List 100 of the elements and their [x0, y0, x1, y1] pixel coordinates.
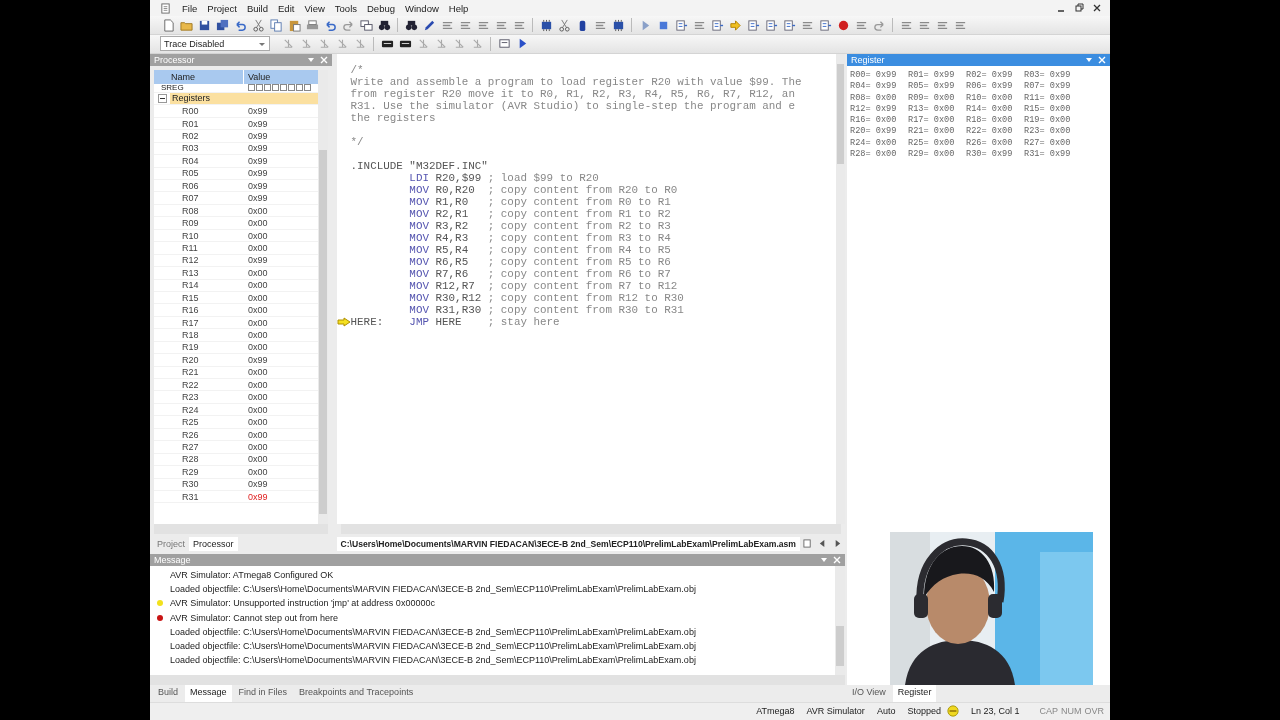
register-name: R25: [181, 417, 200, 428]
message-text: AVR Simulator: ATmega8 Configured OK: [170, 570, 334, 581]
register-name: R19: [181, 342, 200, 353]
printer-icon[interactable]: [305, 18, 319, 32]
scrollbar[interactable]: [836, 53, 845, 524]
clipboard-icon[interactable]: [287, 18, 301, 32]
register-name: R20: [181, 354, 200, 365]
scrollbar[interactable]: [154, 523, 328, 534]
scissors-icon[interactable]: [251, 18, 265, 32]
chip-icon[interactable]: [611, 18, 625, 32]
code-comment: ; copy content from R4 to R5: [487, 243, 671, 256]
code-comment: from register R20 move it to R0, R1, R2, R3, R4, R5, R6, R7, R12, an: [350, 87, 795, 100]
step-icon[interactable]: [746, 18, 760, 32]
panel-tab[interactable]: Build: [153, 684, 183, 702]
menu-item[interactable]: View: [299, 2, 330, 14]
file-tab-icon[interactable]: [803, 539, 812, 549]
menu-item[interactable]: Edit: [273, 2, 300, 14]
panel-tab[interactable]: Breakpoints and Tracepoints: [294, 684, 419, 702]
flag-checkbox[interactable]: [288, 84, 295, 92]
register-name: R21: [181, 367, 200, 378]
tree-item[interactable]: SREG: [154, 83, 244, 93]
code-mnemonic: MOV: [409, 255, 429, 268]
column-header[interactable]: Value: [244, 71, 271, 82]
step-icon[interactable]: [497, 37, 511, 51]
trace-dropdown[interactable]: Trace Disabled: [160, 36, 270, 52]
panel-tab[interactable]: Project: [153, 536, 189, 551]
register-entry: R31= 0x99: [1024, 149, 1072, 161]
register-entry: R02= 0x99: [966, 69, 1014, 82]
scrollbar[interactable]: [835, 565, 845, 675]
disks-icon[interactable]: [215, 18, 229, 32]
app-icon[interactable]: [160, 2, 171, 14]
scissors-icon[interactable]: [557, 18, 571, 32]
code-comment: ; copy content from R0 to R1: [487, 195, 671, 208]
dropdown-icon[interactable]: [820, 555, 828, 564]
current-line-arrow-icon: [336, 316, 351, 327]
binoculars-icon[interactable]: [404, 18, 418, 32]
tree-group-row[interactable]: Registers: [154, 92, 318, 106]
message-text: AVR Simulator: Unsupported instruction 'jmp' at address 0x00000c: [170, 598, 435, 609]
copy-icon[interactable]: [269, 18, 283, 32]
code-mnemonic: JMP: [409, 315, 429, 328]
menu-item[interactable]: File: [177, 2, 203, 14]
step-icon[interactable]: [764, 18, 778, 32]
flag-checkbox[interactable]: [256, 84, 263, 92]
restore-icon[interactable]: [1074, 3, 1084, 14]
flag-checkbox[interactable]: [296, 84, 303, 92]
panel-tab[interactable]: Processor: [189, 536, 238, 551]
breakpoint-icon[interactable]: [836, 18, 850, 32]
code-mnemonic: MOV: [409, 279, 429, 292]
register-entry: R14= 0x00: [966, 103, 1014, 116]
register-value: 0x00: [247, 305, 268, 316]
register-value: 0x99: [247, 168, 268, 179]
collapse-icon[interactable]: [158, 94, 167, 104]
panel-tab[interactable]: Find in Files: [233, 684, 293, 702]
register-name: R08: [181, 205, 200, 216]
message-text: Loaded objectfile: C:\Users\Home\Documents\MARVIN FIEDACAN\3ECE-B 2nd_Sem\ECP110\PrelimLabExam\PrelimLabExam.obj: [170, 584, 696, 595]
status-device: ATmega8: [756, 706, 795, 717]
scrollbar[interactable]: [340, 523, 841, 534]
register-value: 0x99: [247, 180, 268, 191]
column-header[interactable]: Name: [154, 69, 244, 84]
register-name: R11: [181, 242, 199, 253]
step-icon[interactable]: [710, 18, 724, 32]
flag-checkbox[interactable]: [248, 84, 255, 92]
panel-title: Register: [851, 54, 885, 65]
windows-icon[interactable]: [359, 18, 373, 32]
status-platform: AVR Simulator: [806, 706, 865, 717]
register-value: 0x00: [247, 392, 268, 403]
menu-item[interactable]: Build: [241, 2, 273, 14]
scrollbar[interactable]: [150, 674, 845, 685]
arrow-icon[interactable]: [728, 18, 742, 32]
step-icon[interactable]: [674, 18, 688, 32]
status-state: Stopped: [907, 706, 941, 717]
menu-item[interactable]: Debug: [362, 2, 400, 14]
code-operands: R12,R7: [435, 279, 475, 292]
flag-checkbox[interactable]: [280, 84, 287, 92]
scroll-left-icon[interactable]: [818, 539, 827, 549]
menu-item[interactable]: Window: [400, 2, 444, 14]
close-icon[interactable]: [1092, 3, 1102, 14]
flag-checkbox[interactable]: [304, 84, 311, 92]
dropdown-icon[interactable]: [1085, 55, 1093, 64]
menu-item[interactable]: Tools: [329, 2, 362, 14]
menu-item[interactable]: Help: [443, 2, 474, 14]
panel-tab[interactable]: I/O View: [847, 684, 891, 702]
chip-icon[interactable]: [539, 18, 553, 32]
code-operands: R6,R5: [435, 255, 469, 268]
register-entry: R29= 0x00: [908, 149, 956, 161]
binoculars-icon[interactable]: [377, 18, 391, 32]
code-operands: R7,R6: [435, 267, 469, 280]
register-value: 0x00: [247, 417, 268, 428]
file-tab[interactable]: C:\Users\Home\Documents\MARVIN FIEDACAN\3ECE-B 2nd_Sem\ECP110\PrelimLabExam\PrelimLabExam.asm: [336, 536, 800, 551]
register-name: R30: [181, 479, 200, 490]
step-icon[interactable]: [818, 18, 832, 32]
register-value: 0x99: [247, 143, 268, 154]
flag-checkbox[interactable]: [264, 84, 271, 92]
register-entry: R06= 0x99: [966, 81, 1014, 93]
menu-item[interactable]: Project: [202, 2, 242, 14]
scrollbar[interactable]: [317, 69, 328, 524]
step-icon[interactable]: [782, 18, 796, 32]
code-comment: ; copy content from R7 to R12: [487, 279, 678, 292]
scroll-right-icon[interactable]: [833, 539, 842, 549]
flag-checkbox[interactable]: [272, 84, 279, 92]
